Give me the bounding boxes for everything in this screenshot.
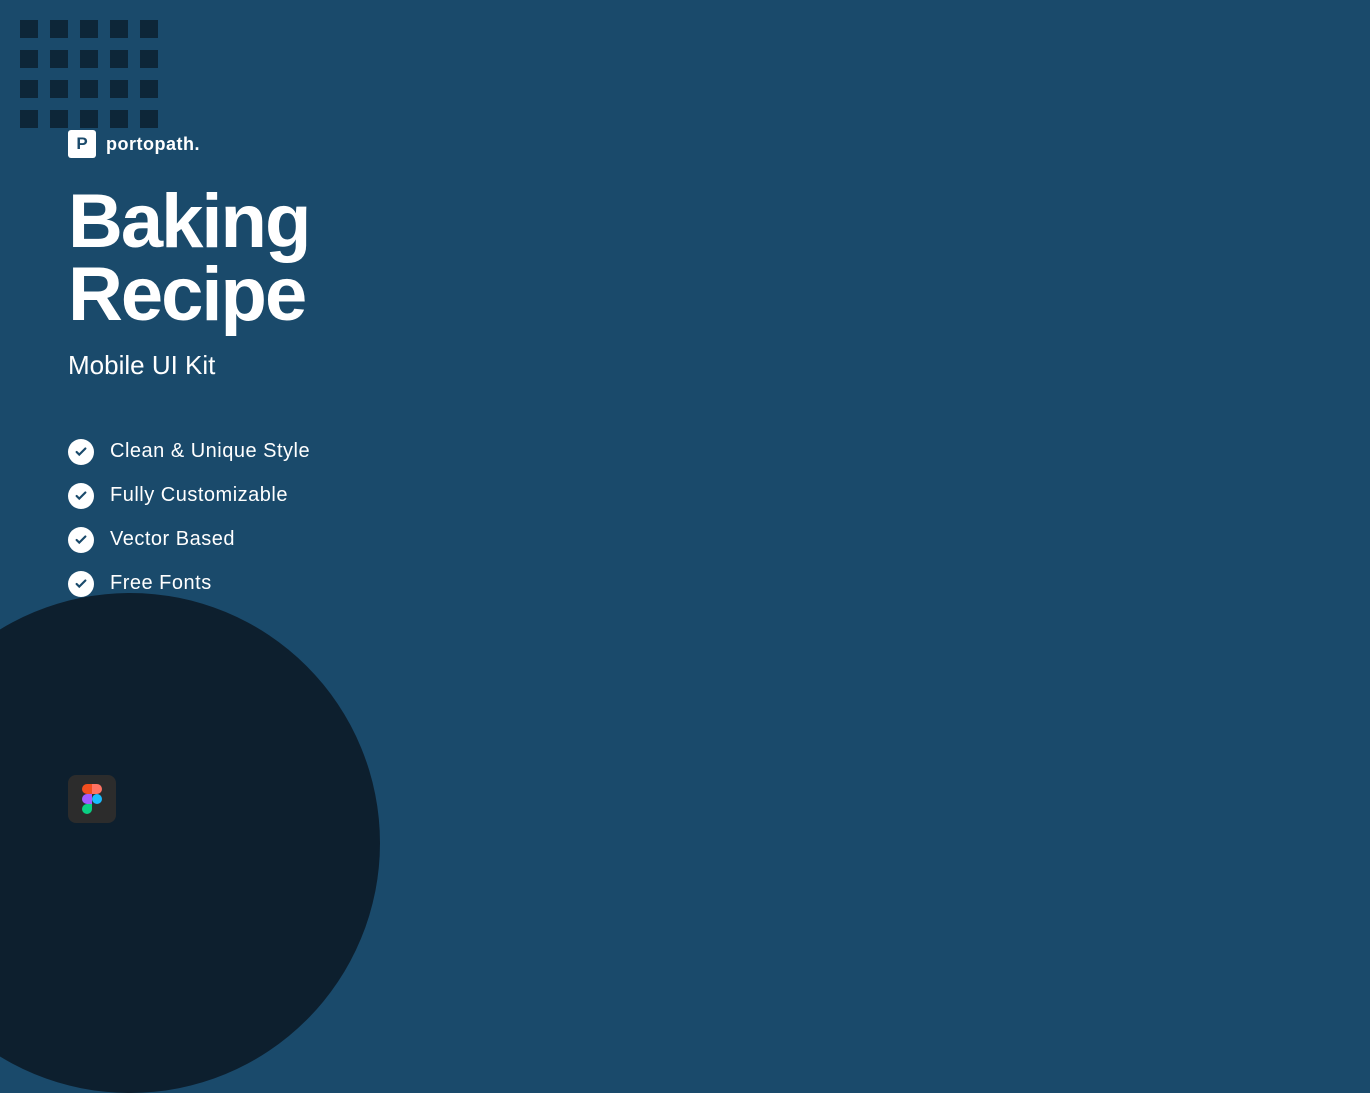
figma-icon <box>82 784 102 814</box>
check-icon <box>68 483 94 509</box>
decorative-dot-grid <box>20 20 158 128</box>
feature-item: Clean & Unique Style <box>68 439 310 465</box>
brand-logo: P portopath. <box>68 130 310 158</box>
feature-item: Free Fonts <box>68 571 310 597</box>
check-icon <box>68 527 94 553</box>
brand-mark-icon: P <box>68 130 96 158</box>
check-icon <box>68 571 94 597</box>
main-title: Baking Recipe <box>68 186 310 332</box>
brand-name: portopath. <box>106 134 200 155</box>
feature-item: Fully Customizable <box>68 483 310 509</box>
figma-badge <box>68 775 116 823</box>
feature-item: Vector Based <box>68 527 310 553</box>
decorative-blob <box>0 593 380 1093</box>
check-icon <box>68 439 94 465</box>
features-list: Clean & Unique Style Fully Customizable … <box>68 439 310 597</box>
subtitle: Mobile UI Kit <box>68 350 310 381</box>
